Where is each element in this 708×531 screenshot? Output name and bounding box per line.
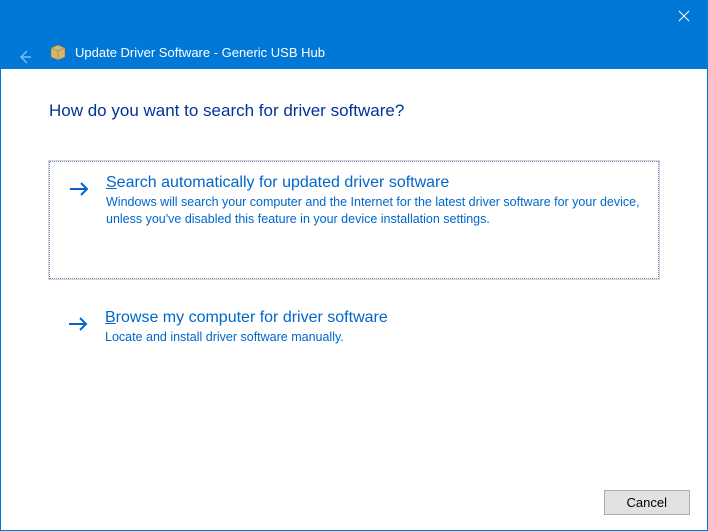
package-icon (49, 43, 67, 61)
page-heading: How do you want to search for driver sof… (49, 101, 659, 121)
arrow-right-icon (67, 313, 89, 335)
option-description: Windows will search your computer and th… (106, 194, 642, 228)
close-button[interactable] (661, 1, 707, 31)
option-browse-computer[interactable]: Browse my computer for driver software L… (49, 297, 659, 358)
window-title: Update Driver Software - Generic USB Hub (75, 45, 325, 60)
footer: Cancel (604, 490, 690, 515)
back-button (13, 45, 37, 69)
back-arrow-icon (16, 48, 34, 66)
close-icon (678, 10, 690, 22)
title-row: Update Driver Software - Generic USB Hub (49, 43, 325, 61)
content-area: How do you want to search for driver sof… (1, 69, 707, 358)
arrow-right-icon (68, 178, 90, 200)
cancel-button[interactable]: Cancel (604, 490, 690, 515)
titlebar: Update Driver Software - Generic USB Hub (1, 1, 707, 69)
option-title: Browse my computer for driver software (105, 309, 643, 327)
option-description: Locate and install driver software manua… (105, 329, 643, 346)
option-search-automatically[interactable]: Search automatically for updated driver … (49, 161, 659, 279)
option-title: Search automatically for updated driver … (106, 174, 642, 192)
